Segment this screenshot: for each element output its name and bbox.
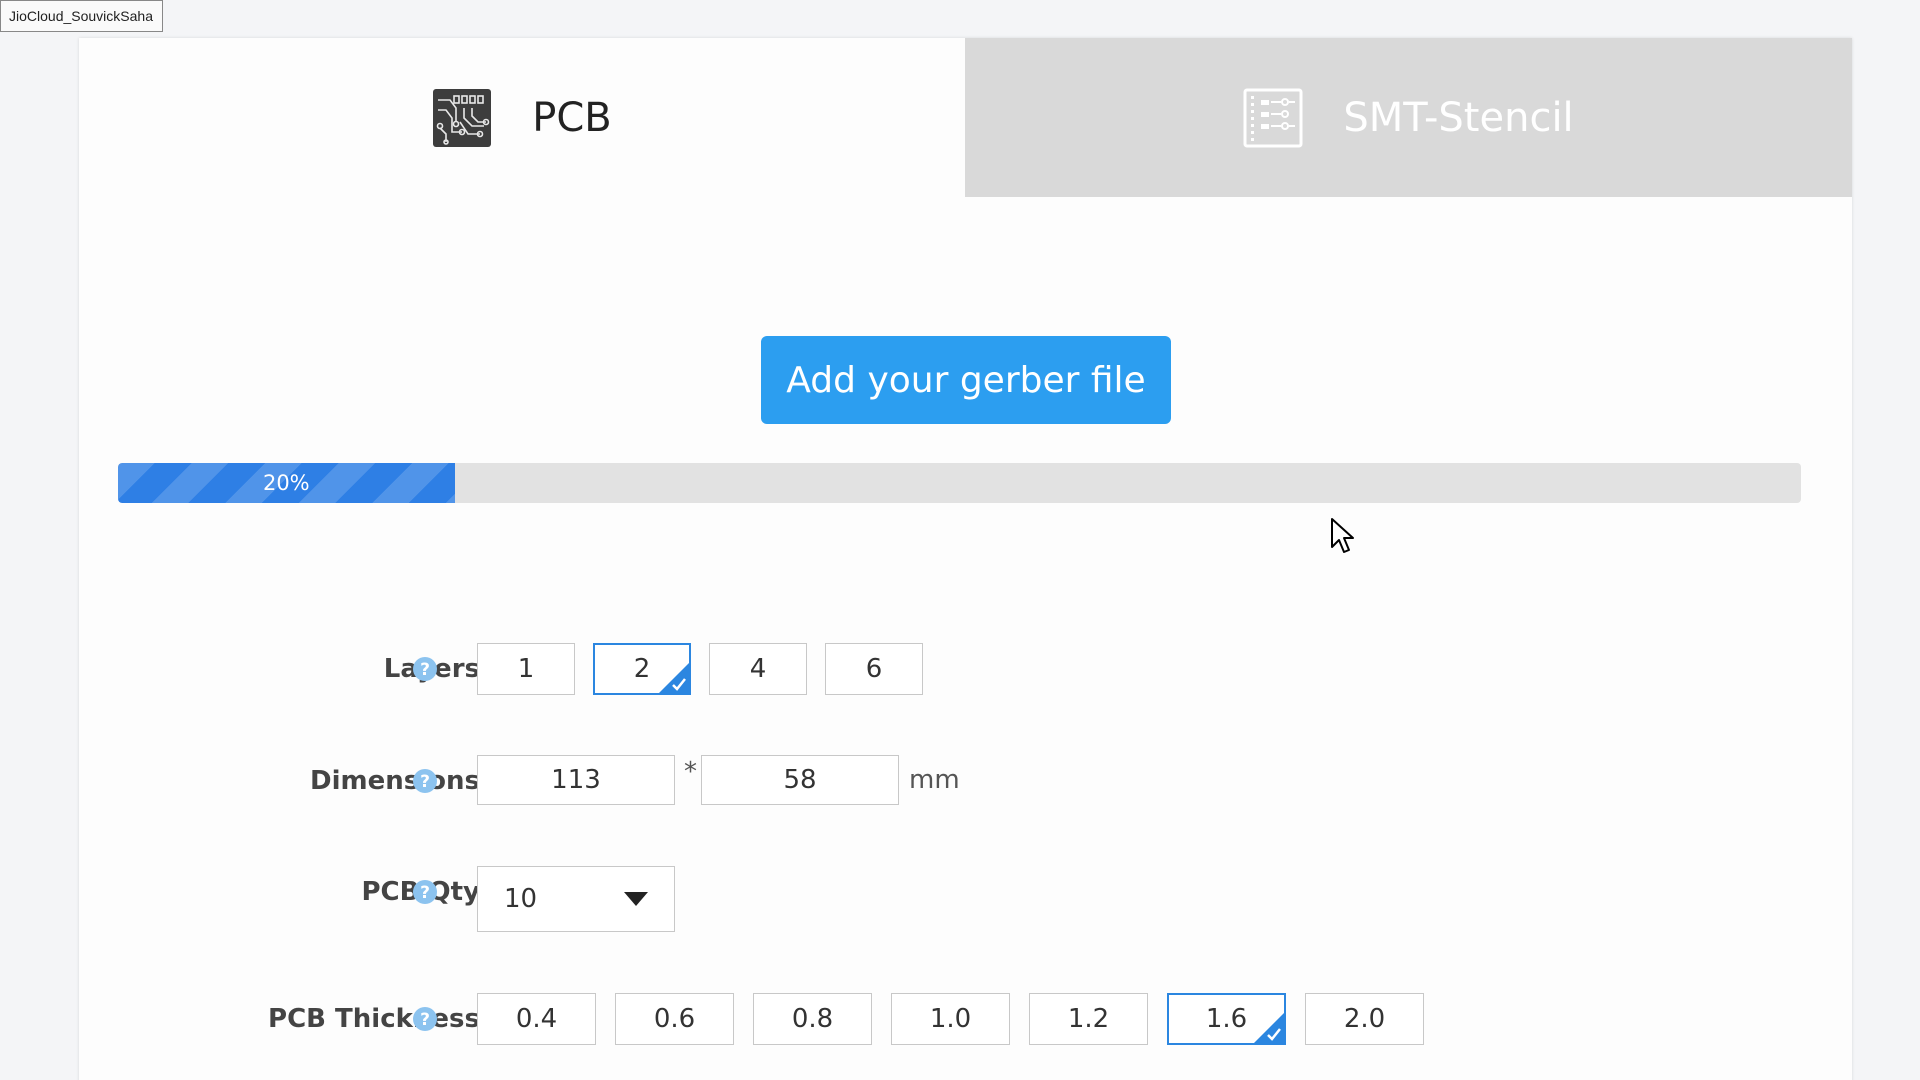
add-gerber-file-button[interactable]: Add your gerber file — [761, 336, 1171, 424]
layers-option[interactable]: 1 — [477, 643, 575, 695]
thickness-option-label: 2.0 — [1343, 1004, 1386, 1034]
layers-option-label: 1 — [517, 654, 535, 684]
checkmark-icon — [1254, 1013, 1284, 1043]
layers-option-label: 2 — [633, 654, 651, 684]
thickness-option[interactable]: 0.4 — [477, 993, 596, 1045]
product-tabs: PCB SMT-Stencil — [79, 38, 1852, 197]
tab-pcb-label: PCB — [532, 94, 612, 141]
layers-option[interactable]: 2 — [593, 643, 691, 695]
watermark-label: JioCloud_SouvickSaha — [0, 0, 163, 32]
mouse-cursor-icon — [1331, 518, 1354, 553]
tab-smt-stencil[interactable]: SMT-Stencil — [965, 38, 1852, 197]
thickness-option-label: 1.6 — [1205, 1004, 1248, 1034]
unit-label: mm — [909, 765, 960, 795]
pcb-qty-select[interactable]: 10 — [477, 866, 675, 932]
tab-smt-stencil-label: SMT-Stencil — [1343, 94, 1574, 141]
thickness-option[interactable]: 1.2 — [1029, 993, 1148, 1045]
order-card: PCB SMT-Stencil Add your gerber file 20% — [79, 38, 1852, 1080]
svg-text:?: ? — [420, 772, 430, 792]
thickness-option[interactable]: 1.6 — [1167, 993, 1286, 1045]
layers-row: Layers ? 1246 — [79, 643, 1852, 695]
thickness-option[interactable]: 1.0 — [891, 993, 1010, 1045]
svg-text:?: ? — [420, 1010, 430, 1030]
help-icon[interactable]: ? — [412, 879, 438, 905]
tab-pcb[interactable]: PCB — [79, 38, 965, 197]
svg-text:?: ? — [420, 660, 430, 680]
thickness-option-label: 1.0 — [929, 1004, 972, 1034]
svg-text:?: ? — [420, 883, 430, 903]
pcb-board-icon — [433, 88, 492, 147]
pcb-thickness-label: PCB Thickness — [268, 1004, 480, 1034]
checkmark-icon — [659, 663, 689, 693]
dimensions-row: Dimensions ? 113 * 58 mm — [79, 755, 1852, 807]
upload-progress-bar: 20% — [118, 463, 1801, 503]
pcb-qty-value: 10 — [504, 884, 538, 914]
dimensions-label: Dimensions — [310, 766, 480, 796]
pcb-thickness-row: PCB Thickness ? 0.4 0.6 0.8 1.0 1.2 1.6 2.0 — [79, 993, 1852, 1045]
height-input[interactable]: 58 — [701, 755, 899, 805]
help-icon[interactable]: ? — [412, 656, 438, 682]
thickness-option[interactable]: 0.6 — [615, 993, 734, 1045]
dimension-separator: * — [684, 757, 697, 787]
thickness-option-label: 0.8 — [791, 1004, 834, 1034]
layers-option[interactable]: 6 — [825, 643, 923, 695]
stencil-icon — [1243, 88, 1303, 147]
layers-option[interactable]: 4 — [709, 643, 807, 695]
upload-progress-fill: 20% — [118, 463, 455, 503]
help-icon[interactable]: ? — [412, 1006, 438, 1032]
thickness-option[interactable]: 0.8 — [753, 993, 872, 1045]
layers-option-label: 4 — [749, 654, 767, 684]
layers-option-label: 6 — [865, 654, 883, 684]
thickness-option-label: 0.4 — [515, 1004, 558, 1034]
pcb-qty-row: PCB Qty ? 10 — [79, 866, 1852, 932]
thickness-option-label: 1.2 — [1067, 1004, 1110, 1034]
width-input[interactable]: 113 — [477, 755, 675, 805]
thickness-option-label: 0.6 — [653, 1004, 696, 1034]
help-icon[interactable]: ? — [412, 768, 438, 794]
chevron-down-icon — [624, 892, 648, 906]
thickness-option[interactable]: 2.0 — [1305, 993, 1424, 1045]
